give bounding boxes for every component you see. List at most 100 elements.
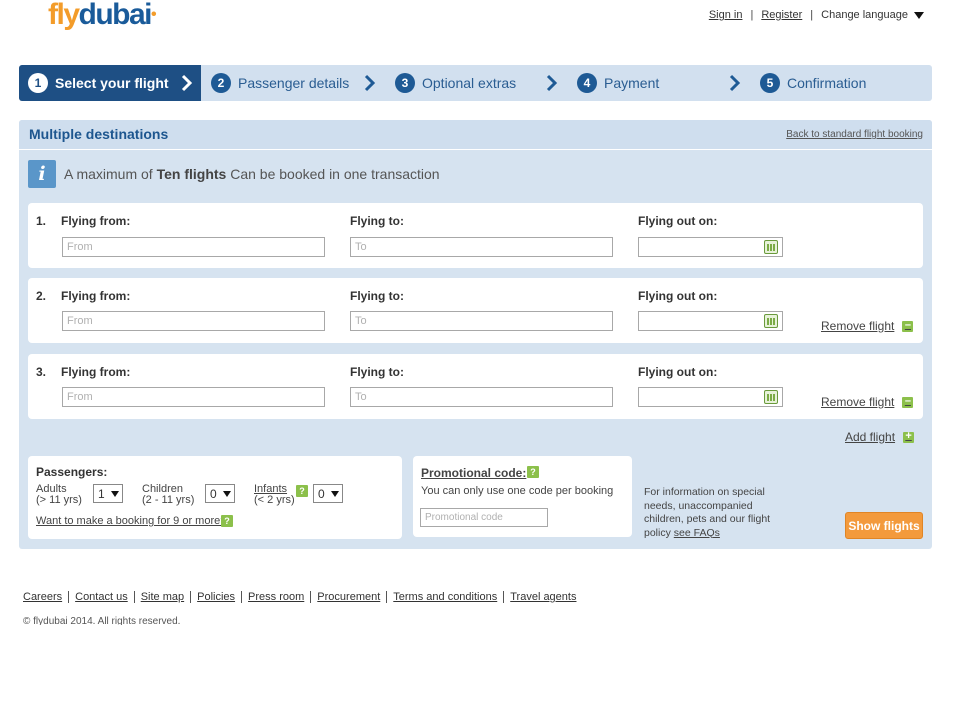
back-to-standard-booking-link[interactable]: Back to standard flight booking xyxy=(786,129,923,140)
flying-to-input[interactable] xyxy=(350,237,613,257)
promo-code-note: You can only use one code per booking xyxy=(421,485,614,497)
top-links: Sign in | Register | Change language xyxy=(709,9,924,21)
calendar-icon[interactable] xyxy=(764,240,778,254)
help-icon[interactable]: ? xyxy=(527,466,539,478)
plus-icon: + xyxy=(903,430,915,443)
step-passenger-details[interactable]: 2 Passenger details xyxy=(211,65,349,101)
faq-info: For information on special needs, unacco… xyxy=(644,486,784,540)
step-select-flight[interactable]: 1 Select your flight xyxy=(19,65,201,101)
flying-to-input[interactable] xyxy=(350,387,613,407)
step-number: 5 xyxy=(760,73,780,93)
children-select[interactable]: 0 xyxy=(205,484,235,503)
flying-from-label: Flying from: xyxy=(61,365,131,379)
flying-out-on-label: Flying out on: xyxy=(638,289,718,303)
footer-link-careers[interactable]: Careers xyxy=(23,591,68,603)
flight-row: 1. Flying from: Flying to: Flying out on… xyxy=(28,203,923,268)
footer-link-procurement[interactable]: Procurement xyxy=(310,591,386,603)
adults-value: 1 xyxy=(98,486,105,501)
infants-value: 0 xyxy=(318,486,325,501)
step-payment[interactable]: 4 Payment xyxy=(577,65,659,101)
chevron-right-icon xyxy=(181,74,193,92)
separator: | xyxy=(750,9,754,21)
group-booking-link[interactable]: Want to make a booking for 9 or more? xyxy=(36,515,226,527)
see-faqs-link[interactable]: see FAQs xyxy=(674,527,720,539)
adults-select[interactable]: 1 xyxy=(93,484,123,503)
promo-code-input[interactable] xyxy=(420,508,548,527)
flying-to-label: Flying to: xyxy=(350,214,404,228)
sign-in-link[interactable]: Sign in xyxy=(709,9,743,21)
step-number: 4 xyxy=(577,73,597,93)
change-language-dropdown[interactable]: Change language xyxy=(821,9,924,21)
flying-to-input[interactable] xyxy=(350,311,613,331)
chevron-right-icon xyxy=(364,74,376,92)
children-value: 0 xyxy=(210,486,217,501)
footer-link-contact-us[interactable]: Contact us xyxy=(68,591,134,603)
chevron-down-icon xyxy=(110,490,119,497)
infants-range: (< 2 yrs) xyxy=(254,494,295,506)
step-label: Payment xyxy=(604,75,660,91)
step-optional-extras[interactable]: 3 Optional extras xyxy=(395,65,516,101)
chevron-down-icon xyxy=(914,11,924,19)
info-prefix: A maximum of xyxy=(64,166,157,182)
flydubai-logo[interactable]: flydubai• xyxy=(48,0,157,31)
promo-code-title[interactable]: Promotional code: xyxy=(421,466,526,480)
footer-link-press-room[interactable]: Press room xyxy=(241,591,310,603)
passengers-box: Passengers: Adults (> 11 yrs) 1 Children(… xyxy=(28,456,402,539)
footer-link-site-map[interactable]: Site map xyxy=(133,591,190,603)
step-label: Passenger details xyxy=(238,75,350,91)
flying-from-label: Flying from: xyxy=(61,289,131,303)
copyright: © flydubai 2014. All rights reserved. xyxy=(23,616,181,625)
flight-row: 3. Flying from: Flying to: Flying out on… xyxy=(28,354,923,419)
step-confirmation[interactable]: 5 Confirmation xyxy=(760,65,866,101)
footer-link-terms[interactable]: Terms and conditions xyxy=(386,591,503,603)
separator: | xyxy=(810,9,814,21)
remove-flight-link[interactable]: Remove flight – xyxy=(821,319,914,333)
flying-from-label: Flying from: xyxy=(61,214,131,228)
info-suffix: Can be booked in one transaction xyxy=(226,166,440,182)
infants-select[interactable]: 0 xyxy=(313,484,343,503)
step-label: Optional extras xyxy=(422,75,517,91)
info-bold: Ten flights xyxy=(156,166,227,182)
calendar-icon[interactable] xyxy=(764,314,778,328)
calendar-icon[interactable] xyxy=(764,390,778,404)
flying-from-input[interactable] xyxy=(62,237,325,257)
infants-label-group: Infants (< 2 yrs) xyxy=(254,484,295,506)
footer-link-travel-agents[interactable]: Travel agents xyxy=(503,591,582,603)
flight-row: 2. Flying from: Flying to: Flying out on… xyxy=(28,278,923,343)
adults-label-group: Adults (> 11 yrs) xyxy=(36,484,82,506)
flying-from-input[interactable] xyxy=(62,387,325,407)
children-range: (2 - 11 yrs) xyxy=(142,494,195,506)
change-language-label: Change language xyxy=(821,9,908,21)
flying-out-on-input[interactable] xyxy=(638,387,783,407)
info-icon: i xyxy=(28,160,56,188)
help-icon[interactable]: ? xyxy=(296,485,308,497)
chevron-down-icon xyxy=(222,490,231,497)
booking-steps: 1 Select your flight 2 Passenger details… xyxy=(19,65,932,101)
step-number: 3 xyxy=(395,73,415,93)
logo-dubai-text: dubai xyxy=(78,0,153,31)
help-icon[interactable]: ? xyxy=(221,515,233,527)
passengers-title: Passengers: xyxy=(36,465,108,479)
logo-dot-icon: • xyxy=(151,6,157,23)
footer-link-policies[interactable]: Policies xyxy=(190,591,241,603)
remove-flight-label: Remove flight xyxy=(821,319,895,333)
logo-fly-text: fly xyxy=(48,0,80,31)
adults-range: (> 11 yrs) xyxy=(36,494,82,506)
promo-code-box: Promotional code: ? You can only use one… xyxy=(413,456,632,537)
chevron-right-icon xyxy=(546,74,558,92)
flying-out-on-input[interactable] xyxy=(638,237,783,257)
show-flights-button[interactable]: Show flights xyxy=(845,512,923,539)
minus-icon: – xyxy=(902,319,914,332)
children-label-group: Children (2 - 11 yrs) xyxy=(142,484,194,506)
chevron-right-icon xyxy=(729,74,741,92)
remove-flight-link[interactable]: Remove flight – xyxy=(821,395,914,409)
add-flight-link[interactable]: Add flight + xyxy=(845,430,915,444)
flying-from-input[interactable] xyxy=(62,311,325,331)
register-link[interactable]: Register xyxy=(761,9,802,21)
footer-links: Careers Contact us Site map Policies Pre… xyxy=(23,591,582,603)
minus-icon: – xyxy=(902,395,914,408)
chevron-down-icon xyxy=(330,490,339,497)
flying-out-on-input[interactable] xyxy=(638,311,783,331)
flying-to-label: Flying to: xyxy=(350,289,404,303)
info-message: A maximum of Ten flights Can be booked i… xyxy=(64,166,440,182)
